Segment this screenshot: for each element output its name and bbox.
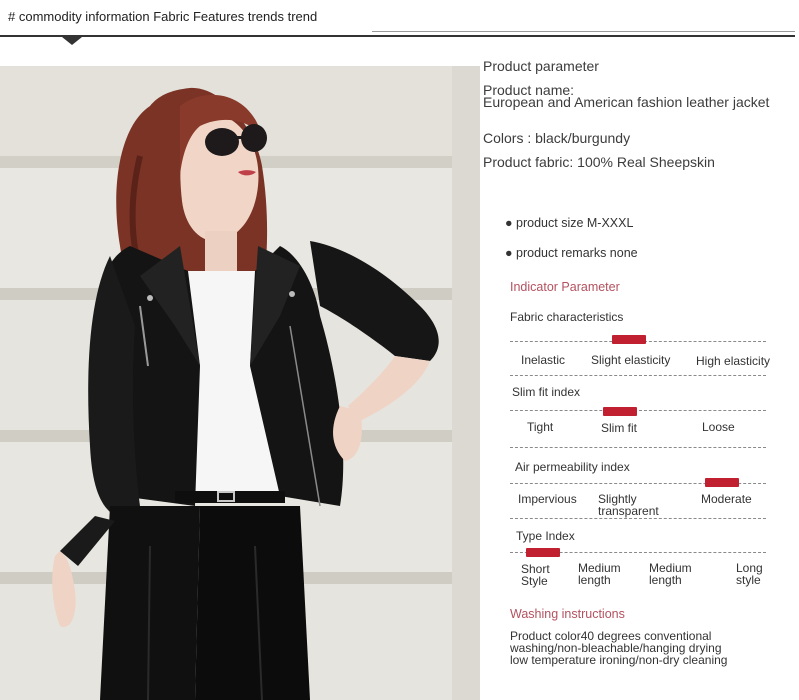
scale-label-slightly-transparent: Slightly transparent: [598, 492, 659, 518]
washing-instructions-text: Product color40 degrees conventional was…: [510, 629, 728, 667]
type-index-title: Type Index: [516, 529, 575, 543]
product-name-value: European and American fashion leather ja…: [483, 94, 770, 110]
scale-line: [510, 410, 766, 411]
group-divider: [510, 518, 766, 519]
model-illustration: [0, 66, 480, 700]
product-remarks-item: ● product remarks none: [505, 246, 638, 260]
product-fabric: Product fabric: 100% Real Sheepskin: [483, 154, 715, 170]
scale-label-loose: Loose: [702, 420, 735, 434]
header-divider: [0, 35, 795, 37]
scale-label-slim-fit: Slim fit: [601, 421, 637, 435]
scale-label-moderate: Moderate: [701, 492, 752, 506]
product-remarks: product remarks none: [516, 246, 638, 260]
group-divider: [510, 375, 766, 376]
selected-marker: [612, 335, 646, 344]
header-pointer-arrow: [62, 37, 82, 45]
bullet-icon: ●: [505, 216, 517, 230]
product-size: product size M-XXXL: [516, 216, 634, 230]
group-divider: [510, 447, 766, 448]
washing-instructions-heading: Washing instructions: [510, 607, 625, 621]
scale-label-slight-elasticity: Slight elasticity: [591, 353, 671, 367]
product-colors: Colors : black/burgundy: [483, 130, 631, 146]
scale-label-high-elasticity: High elasticity: [696, 354, 771, 368]
selected-marker: [526, 548, 560, 557]
fabric-characteristics-title: Fabric characteristics: [510, 310, 624, 324]
product-size-item: ● product size M-XXXL: [505, 216, 633, 230]
page-header-title: # commodity information Fabric Features …: [8, 9, 318, 24]
scale-label-tight: Tight: [527, 420, 554, 434]
scale-label-inelastic: Inelastic: [521, 353, 566, 367]
product-photo: [0, 66, 480, 700]
air-permeability-index-title: Air permeability index: [515, 460, 630, 474]
indicator-parameter-heading: Indicator Parameter: [510, 280, 620, 294]
header-divider-light: [372, 31, 795, 32]
slim-fit-index-title: Slim fit index: [512, 385, 581, 399]
selected-marker: [705, 478, 739, 487]
scale-label-medium-length-2: Medium length: [649, 561, 692, 587]
selected-marker: [603, 407, 637, 416]
scale-label-medium-length-1: Medium length: [578, 561, 621, 587]
bullet-icon: ●: [505, 246, 517, 260]
product-parameter-heading: Product parameter: [483, 58, 599, 74]
scale-label-long-style: Long style: [736, 561, 763, 587]
scale-label-impervious: Impervious: [518, 492, 577, 506]
scale-label-short-style: Short Style: [521, 562, 550, 588]
